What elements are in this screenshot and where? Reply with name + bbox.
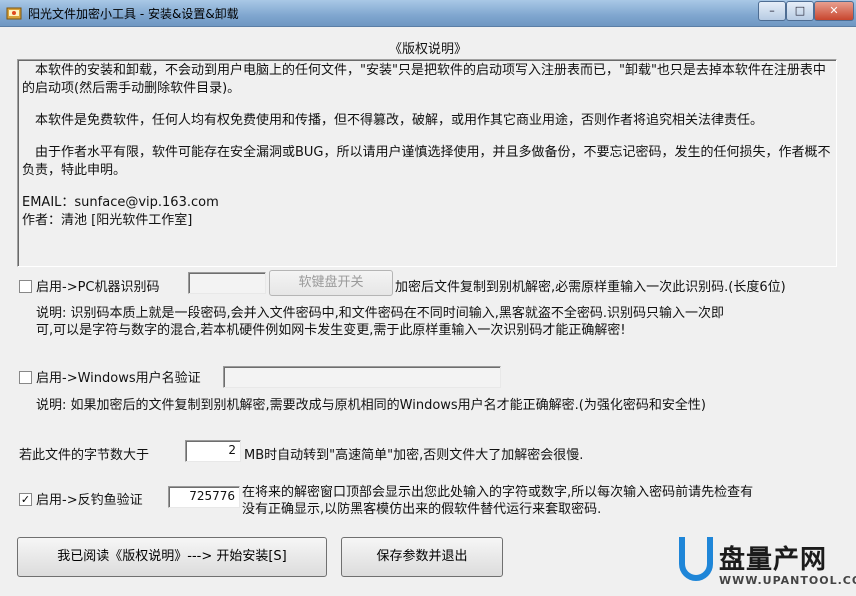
copyright-author: 作者：清池 [阳光软件工作室]: [22, 213, 193, 228]
title-bar[interactable]: 阳光文件加密小工具 - 安装&设置&卸载 – □ ✕: [0, 0, 856, 27]
windows-user-input[interactable]: [223, 366, 501, 388]
anti-phishing-desc-line2: 没有正确显示,以防黑客模仿出来的假软件替代运行来套取密码.: [242, 502, 602, 517]
size-limit-value: 2: [228, 443, 236, 457]
copyright-paragraph-license: 本软件是免费软件，任何人均有权免费使用和传播，但不得篡改，破解，或用作其它商业用…: [22, 113, 764, 128]
window-title: 阳光文件加密小工具 - 安装&设置&卸载: [28, 7, 239, 21]
pc-id-checkbox[interactable]: [19, 280, 32, 293]
watermark-brand: 盘量产网: [719, 545, 828, 575]
size-limit-label: 若此文件的字节数大于: [19, 448, 150, 463]
windows-user-checkbox[interactable]: [19, 371, 32, 384]
size-limit-suffix: MB时自动转到"高速简单"加密,否则文件大了加解密会很慢.: [244, 448, 584, 463]
size-limit-input[interactable]: 2: [185, 440, 241, 462]
copyright-heading: 《版权说明》: [388, 42, 467, 57]
anti-phishing-input[interactable]: 725776: [168, 486, 240, 508]
dialog-body: 《版权说明》 本软件的安装和卸载，不会动到用户电脑上的任何文件，"安装"只是把软…: [3, 27, 856, 595]
copyright-paragraph-install: 本软件的安装和卸载，不会动到用户电脑上的任何文件，"安装"只是把软件的启动项写入…: [22, 63, 826, 96]
soft-keyboard-button[interactable]: 软键盘开关: [269, 270, 393, 296]
pc-id-note-line2: 可,可以是字符与数字的混合,若本机硬件例如网卡发生变更,需于此原样重输入一次识别…: [36, 323, 626, 338]
watermark-logo-icon: [679, 537, 713, 581]
copyright-textbox[interactable]: 本软件的安装和卸载，不会动到用户电脑上的任何文件，"安装"只是把软件的启动项写入…: [17, 59, 837, 267]
pc-id-note-line1: 说明: 识别码本质上就是一段密码,会并入文件密码中,和文件密码在不同时间输入,黑…: [36, 306, 725, 321]
anti-phishing-label: 启用->反钓鱼验证: [36, 493, 143, 508]
maximize-button[interactable]: □: [786, 1, 814, 21]
windows-user-note: 说明: 如果加密后的文件复制到别机解密,需要改成与原机相同的Windows用户名…: [36, 398, 706, 413]
anti-phishing-desc-line1: 在将来的解密窗口顶部会显示出您此处输入的字符或数字,所以每次输入密码前请先检查有: [242, 485, 754, 500]
copyright-paragraph-disclaimer: 由于作者水平有限，软件可能存在安全漏洞或BUG，所以请用户谨慎选择使用，并且多做…: [22, 145, 831, 178]
pc-id-label: 启用->PC机器识别码: [36, 280, 160, 295]
pc-id-input[interactable]: [188, 272, 266, 294]
anti-phishing-checkbox[interactable]: ✓: [19, 493, 32, 506]
minimize-button[interactable]: –: [758, 1, 786, 21]
install-button[interactable]: 我已阅读《版权说明》---> 开始安装[S]: [17, 537, 327, 577]
anti-phishing-value: 725776: [189, 489, 235, 503]
close-button[interactable]: ✕: [814, 1, 854, 21]
windows-user-label: 启用->Windows用户名验证: [36, 371, 201, 386]
save-exit-button[interactable]: 保存参数并退出: [341, 537, 503, 577]
watermark-url: WWW.UPANTOOL.COM: [719, 574, 856, 587]
pc-id-hint: 加密后文件复制到别机解密,必需原样重输入一次此识别码.(长度6位): [395, 280, 786, 295]
copyright-email: EMAIL：sunface@vip.163.com: [22, 195, 219, 210]
site-watermark: 盘量产网 WWW.UPANTOOL.COM: [679, 535, 856, 591]
app-icon: [6, 7, 22, 20]
